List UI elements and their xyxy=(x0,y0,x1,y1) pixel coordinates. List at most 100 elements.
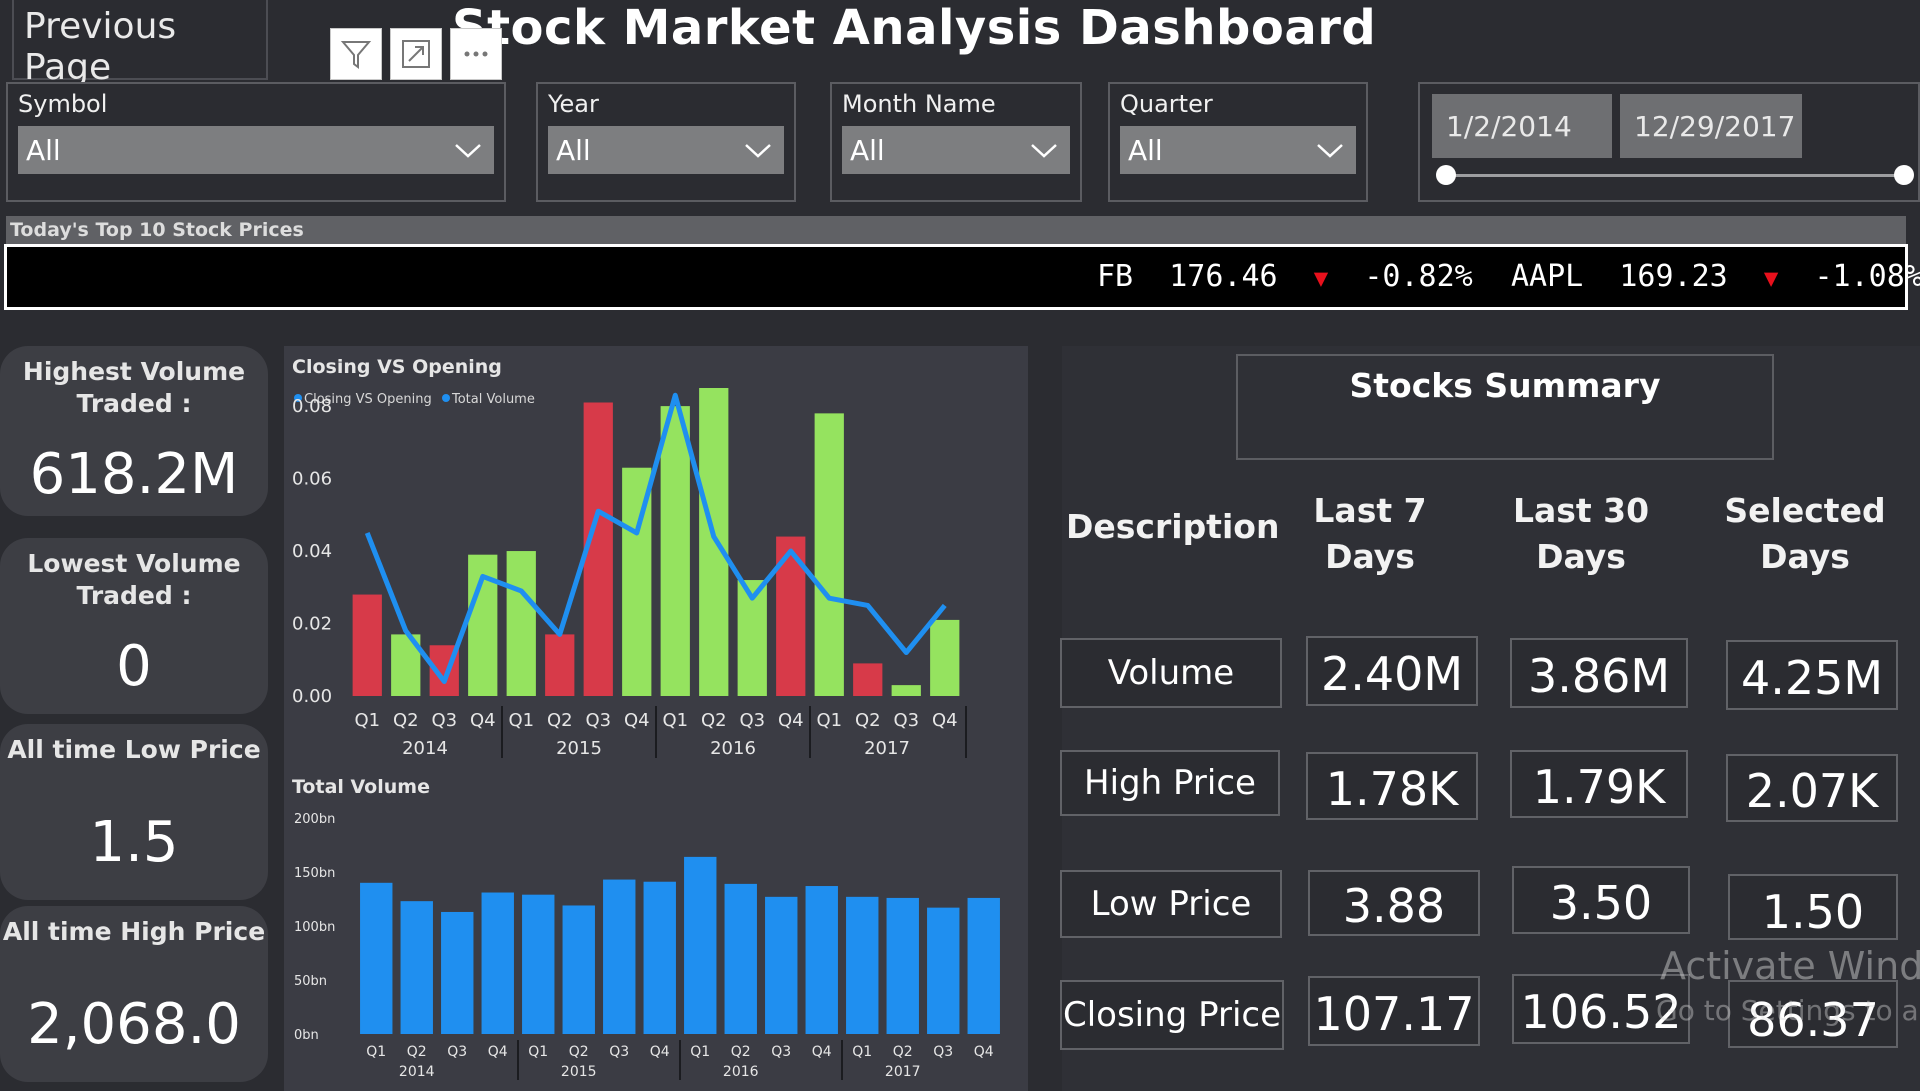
x-tick-label: Q3 xyxy=(739,710,765,731)
date-slider-track[interactable] xyxy=(1446,174,1906,177)
closing-vs-opening-bar xyxy=(930,619,960,696)
month-name-dropdown[interactable]: All xyxy=(842,126,1070,174)
kpi-card-lowest-volume: Lowest Volume Traded : 0 xyxy=(0,538,268,714)
chevron-down-icon xyxy=(1317,144,1343,158)
total-volume-bar xyxy=(360,882,393,1034)
x-tick-label: Q2 xyxy=(569,1044,589,1060)
x-tick-label: Q4 xyxy=(470,710,496,731)
total-volume-bar xyxy=(765,896,798,1034)
x-tick-label: Q1 xyxy=(354,710,380,731)
closing-vs-opening-bar xyxy=(699,388,729,696)
row-closing-price-last7: 107.17 xyxy=(1308,976,1480,1046)
header-last-7-days: Last 7 Days xyxy=(1313,491,1427,576)
y-tick-label: 0.00 xyxy=(292,686,332,707)
symbol-dropdown[interactable]: All xyxy=(18,126,494,174)
row-low-price-last30: 3.50 xyxy=(1512,866,1690,934)
ticker-change: -0.82% xyxy=(1364,259,1473,294)
row-high-price-last30: 1.79K xyxy=(1510,750,1688,818)
x-tick-label: Q1 xyxy=(816,710,842,731)
kpi-value: 2,068.0 xyxy=(27,992,241,1057)
x-tick-label: Q2 xyxy=(855,710,881,731)
closing-vs-opening-bar xyxy=(545,634,575,696)
month-name-slicer: Month Name All xyxy=(830,82,1082,202)
ticker-title: Today's Top 10 Stock Prices xyxy=(6,216,1906,244)
summary-title: Stocks Summary xyxy=(1349,366,1661,405)
row-high-price-last7: 1.78K xyxy=(1306,752,1478,820)
start-date-input[interactable]: 1/2/2014 xyxy=(1432,94,1612,158)
total-volume-bar xyxy=(967,897,1000,1034)
x-tick-label: Q4 xyxy=(778,710,804,731)
year-label: 2016 xyxy=(710,738,756,759)
quarter-dropdown-value: All xyxy=(1128,134,1163,167)
year-label: 2015 xyxy=(556,738,602,759)
activation-watermark: Activate Windo xyxy=(1660,944,1920,988)
x-tick-label: Q3 xyxy=(609,1044,629,1060)
x-tick-label: Q2 xyxy=(893,1044,913,1060)
page-title: Stock Market Analysis Dashboard xyxy=(452,0,1377,56)
down-arrow-icon: ▼ xyxy=(1313,264,1329,292)
legend-item: Total Volume xyxy=(451,392,535,407)
focus-mode-icon xyxy=(402,40,430,68)
kpi-label: All time Low Price xyxy=(7,735,261,764)
filter-icon xyxy=(340,41,372,69)
y-tick-label: 100bn xyxy=(294,920,335,935)
year-dropdown[interactable]: All xyxy=(548,126,784,174)
x-tick-label: Q1 xyxy=(508,710,534,731)
more-options-button[interactable] xyxy=(450,28,502,80)
total-volume-bar xyxy=(886,897,919,1034)
closing-vs-opening-chart: Closing VS Opening Closing VS Opening To… xyxy=(292,356,967,759)
row-low-price-selected: 1.50 xyxy=(1728,874,1898,940)
ticker-symbol: FB xyxy=(1097,259,1134,294)
ticker-item: AAPL 169.23 ▼ -1.08% xyxy=(1511,259,1920,294)
filter-button[interactable] xyxy=(330,28,382,80)
total-volume-bar xyxy=(846,896,879,1034)
x-tick-label: Q3 xyxy=(585,710,611,731)
x-tick-label: Q1 xyxy=(690,1044,710,1060)
y-tick-label: 0.02 xyxy=(292,614,332,635)
y-tick-label: 50bn xyxy=(294,974,327,989)
stock-ticker: FB 176.46 ▼ -0.82% AAPL 169.23 ▼ -1.08% xyxy=(4,244,1920,310)
total-volume-bar xyxy=(522,894,555,1034)
date-slider-start-handle[interactable] xyxy=(1436,165,1456,185)
charts-panel: Closing VS Opening Closing VS Opening To… xyxy=(284,346,1028,1091)
more-options-icon xyxy=(464,51,488,57)
x-tick-label: Q4 xyxy=(650,1044,670,1060)
ticker-price: 176.46 xyxy=(1169,259,1278,294)
x-tick-label: Q4 xyxy=(974,1044,994,1060)
previous-page-button[interactable]: Previous Page xyxy=(12,0,268,88)
chart-title: Total Volume xyxy=(292,776,430,798)
date-slider-end-handle[interactable] xyxy=(1894,165,1914,185)
header-description: Description xyxy=(1066,507,1280,546)
kpi-label: Lowest Volume Traded : xyxy=(27,549,241,610)
x-tick-label: Q1 xyxy=(528,1044,548,1060)
row-low-price-last7: 3.88 xyxy=(1308,870,1480,936)
end-date-input[interactable]: 12/29/2017 xyxy=(1620,94,1802,158)
x-tick-label: Q2 xyxy=(547,710,573,731)
chevron-down-icon xyxy=(455,144,481,158)
total-volume-bar xyxy=(805,886,838,1034)
closing-vs-opening-line xyxy=(364,392,947,685)
x-tick-label: Q2 xyxy=(407,1044,427,1060)
quarter-dropdown[interactable]: All xyxy=(1120,126,1356,174)
year-slicer-label: Year xyxy=(548,90,599,118)
x-tick-label: Q4 xyxy=(812,1044,832,1060)
closing-vs-opening-bar xyxy=(853,663,883,696)
total-volume-bar xyxy=(400,901,433,1034)
focus-mode-button[interactable] xyxy=(390,28,442,80)
ticker-change: -1.08% xyxy=(1814,259,1920,294)
closing-vs-opening-bar xyxy=(660,406,690,696)
y-tick-label: 0.08 xyxy=(292,396,332,417)
kpi-label: All time High Price xyxy=(2,917,266,946)
x-tick-label: Q2 xyxy=(701,710,727,731)
y-tick-label: 0bn xyxy=(294,1028,319,1043)
summary-title-box: Stocks Summary xyxy=(1236,354,1774,460)
x-tick-label: Q3 xyxy=(431,710,457,731)
ticker-symbol: AAPL xyxy=(1511,259,1584,294)
y-tick-label: 0.06 xyxy=(292,469,332,490)
total-volume-bar xyxy=(643,881,676,1034)
closing-vs-opening-bar xyxy=(814,413,844,696)
x-tick-label: Q2 xyxy=(731,1044,751,1060)
total-volume-bar xyxy=(481,892,514,1034)
chart-title: Closing VS Opening xyxy=(292,356,502,378)
total-volume-bar xyxy=(684,856,717,1034)
